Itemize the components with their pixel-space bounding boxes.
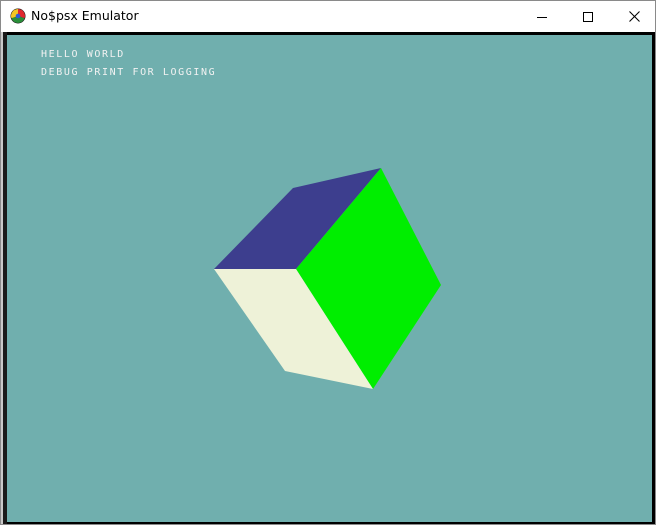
minimize-icon [537, 16, 547, 18]
close-button[interactable] [611, 1, 656, 32]
window-title: No$psx Emulator [31, 8, 139, 23]
cube-scene [214, 168, 441, 389]
maximize-icon [583, 11, 593, 22]
title-bar[interactable]: No$psx Emulator [1, 1, 655, 32]
emulator-window: No$psx Emulator HELLO WORLD DEBUG PRINT … [0, 0, 656, 525]
app-icon[interactable] [10, 8, 26, 24]
maximize-button[interactable] [565, 1, 611, 32]
close-icon [628, 11, 640, 22]
psx-screen[interactable]: HELLO WORLD DEBUG PRINT FOR LOGGING [7, 35, 652, 522]
client-area: HELLO WORLD DEBUG PRINT FOR LOGGING [1, 32, 655, 524]
minimize-button[interactable] [519, 1, 565, 32]
